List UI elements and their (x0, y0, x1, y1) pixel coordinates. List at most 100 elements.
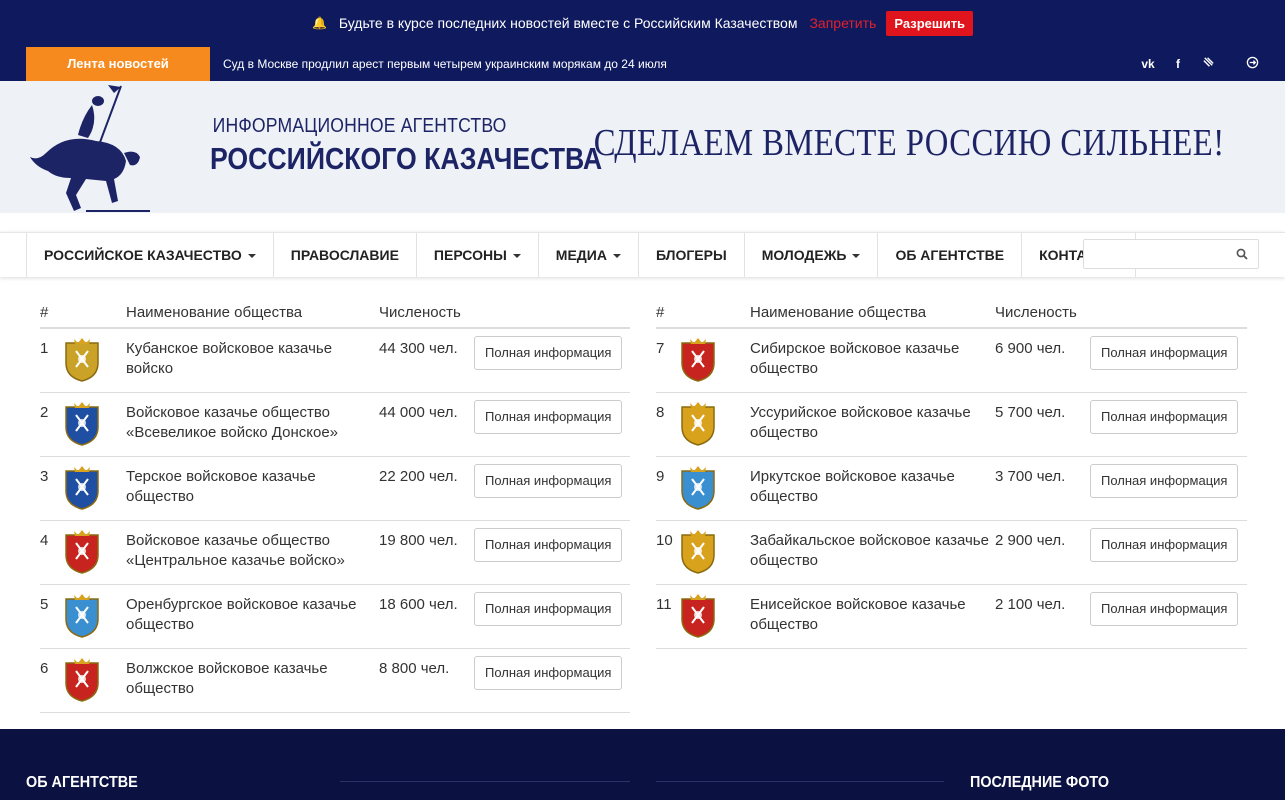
emblem-cell (678, 328, 750, 393)
coat-of-arms-icon (65, 593, 99, 638)
slogan: СДЕЛАЕМ ВМЕСТЕ РОССИЮ СИЛЬНЕЕ! (594, 122, 1225, 164)
caret-down-icon (512, 254, 521, 259)
table-row: 9 Иркутское войсковое казачье общество 3 7… (656, 456, 1247, 521)
nav-item-orthodoxy[interactable]: ПРАВОСЛАВИЕ (274, 233, 417, 277)
full-info-button[interactable]: Полная информация (474, 591, 623, 626)
member-count: 22 200 чел. (379, 456, 474, 521)
search-input[interactable] (1084, 240, 1224, 268)
caret-down-icon (612, 254, 621, 259)
societies-table-left: # Наименование общества Численость 1 Куба… (40, 297, 630, 713)
row-number: 3 (40, 456, 62, 521)
action-cell: Полная информация (474, 520, 630, 585)
society-name: Забайкальское войсковое казачье общество (750, 520, 995, 585)
bell-icon: 🔔 (311, 16, 327, 30)
society-name: Сибирское войсковое казачье общество (750, 328, 995, 393)
footer-photos-title: ПОСЛЕДНИЕ ФОТО (970, 774, 1110, 791)
nav-item-youth[interactable]: МОЛОДЕЖЬ (745, 233, 879, 277)
action-cell: Полная информация (1090, 392, 1247, 457)
news-ticker[interactable]: Суд в Москве продлил арест первым четыре… (223, 47, 667, 81)
table-row: 4 Войсковое казачье общество «Центральное… (40, 520, 630, 585)
column-header-number: # (656, 297, 678, 329)
full-info-button[interactable]: Полная информация (474, 463, 623, 498)
action-cell: Полная информация (474, 328, 630, 393)
column-header-number: # (40, 297, 62, 329)
full-info-button[interactable]: Полная информация (1090, 336, 1239, 370)
site-header: ИНФОРМАЦИОННОЕ АГЕНТСТВО РОССИЙСКОГО КАЗ… (0, 81, 1285, 213)
action-cell: Полная информация (474, 648, 630, 713)
emblem-cell (678, 456, 750, 521)
table-row: 2 Войсковое казачье общество «Всевеликое … (40, 392, 630, 457)
society-name: Войсковое казачье общество «Всевеликое в… (126, 392, 379, 457)
member-count: 8 800 чел. (379, 648, 474, 713)
nav-label: ОБ АГЕНТСТВЕ (895, 247, 1005, 263)
row-number: 9 (656, 456, 678, 521)
nav-label: ПЕРСОНЫ (433, 247, 507, 263)
agency-title[interactable]: РОССИЙСКОГО КАЗАЧЕСТВА (210, 141, 602, 177)
nav-label: РОССИЙСКОЕ КАЗАЧЕСТВО (44, 247, 242, 263)
action-cell: Полная информация (1090, 456, 1247, 521)
society-name: Енисейское войсковое казачье общество (750, 584, 995, 649)
table-row: 1 Кубанское войсковое казачье войско 44 30… (40, 328, 630, 393)
row-number: 5 (40, 584, 62, 649)
coat-of-arms-icon (65, 529, 99, 574)
viber-icon[interactable] (1201, 56, 1215, 72)
emblem-cell (62, 328, 126, 393)
action-cell: Полная информация (474, 456, 630, 521)
member-count: 19 800 чел. (379, 520, 474, 585)
full-info-button[interactable]: Полная информация (1090, 399, 1239, 434)
action-cell: Полная информация (1090, 520, 1247, 585)
coat-of-arms-icon (65, 401, 99, 446)
vk-icon[interactable]: vk (1141, 57, 1155, 71)
society-name: Волжское войсковое казачье общество (126, 648, 379, 713)
table-row: 6 Волжское войсковое казачье общество 8 80… (40, 648, 630, 713)
nav-label: МОЛОДЕЖЬ (761, 247, 847, 263)
login-icon[interactable] (1245, 56, 1259, 72)
full-info-button[interactable]: Полная информация (1090, 591, 1239, 626)
cossack-rider-logo[interactable] (26, 83, 150, 213)
emblem-cell (62, 456, 126, 521)
society-name: Терское войсковое казачье общество (126, 456, 379, 521)
nav-label: БЛОГЕРЫ (655, 247, 727, 263)
nav-item-persons[interactable]: ПЕРСОНЫ (417, 233, 539, 277)
main-nav: РОССИЙСКОЕ КАЗАЧЕСТВО ПРАВОСЛАВИЕ ПЕРСОН… (0, 232, 1285, 277)
search-icon[interactable] (1236, 248, 1248, 260)
emblem-cell (678, 392, 750, 457)
coat-of-arms-icon (681, 401, 715, 446)
nav-label: ПРАВОСЛАВИЕ (290, 247, 399, 263)
full-info-button[interactable]: Полная информация (474, 527, 623, 562)
member-count: 44 000 чел. (379, 392, 474, 457)
societies-table-right: # Наименование общества Численость 7 Сиби… (656, 297, 1247, 649)
full-info-button[interactable]: Полная информация (474, 655, 623, 690)
deny-button[interactable]: Запретить (809, 15, 876, 31)
news-feed-label[interactable]: Лента новостей (26, 47, 210, 81)
nav-item-bloggers[interactable]: БЛОГЕРЫ (639, 233, 745, 277)
member-count: 6 900 чел. (995, 328, 1090, 393)
row-number: 1 (40, 328, 62, 393)
column-header-name: Наименование общества (750, 297, 995, 329)
top-bar: 🔔 Будьте в курсе последних новостей вмес… (0, 0, 1285, 81)
full-info-button[interactable]: Полная информация (1090, 527, 1239, 562)
row-number: 7 (656, 328, 678, 393)
news-row: Лента новостей Суд в Москве продлил арес… (0, 47, 1285, 81)
member-count: 5 700 чел. (995, 392, 1090, 457)
nav-item-russian-cossacks[interactable]: РОССИЙСКОЕ КАЗАЧЕСТВО (27, 233, 274, 277)
allow-button[interactable]: Разрешить (886, 10, 974, 36)
nav-item-about[interactable]: ОБ АГЕНТСТВЕ (878, 233, 1023, 277)
member-count: 44 300 чел. (379, 328, 474, 393)
action-cell: Полная информация (1090, 584, 1247, 649)
full-info-button[interactable]: Полная информация (1090, 463, 1239, 498)
column-header-name: Наименование общества (126, 297, 379, 329)
full-info-button[interactable]: Полная информация (474, 336, 623, 370)
society-name: Кубанское войсковое казачье войско (126, 328, 379, 393)
column-header-emblem (678, 297, 750, 329)
nav-label: МЕДИА (555, 247, 607, 263)
agency-subtitle: ИНФОРМАЦИОННОЕ АГЕНТСТВО (212, 115, 507, 137)
facebook-icon[interactable]: f (1171, 57, 1185, 71)
nav-item-media[interactable]: МЕДИА (539, 233, 639, 277)
action-cell: Полная информация (474, 392, 630, 457)
member-count: 18 600 чел. (379, 584, 474, 649)
member-count: 3 700 чел. (995, 456, 1090, 521)
table-row: 8 Уссурийское войсковое казачье общество 5… (656, 392, 1247, 457)
full-info-button[interactable]: Полная информация (474, 399, 623, 434)
action-cell: Полная информация (474, 584, 630, 649)
